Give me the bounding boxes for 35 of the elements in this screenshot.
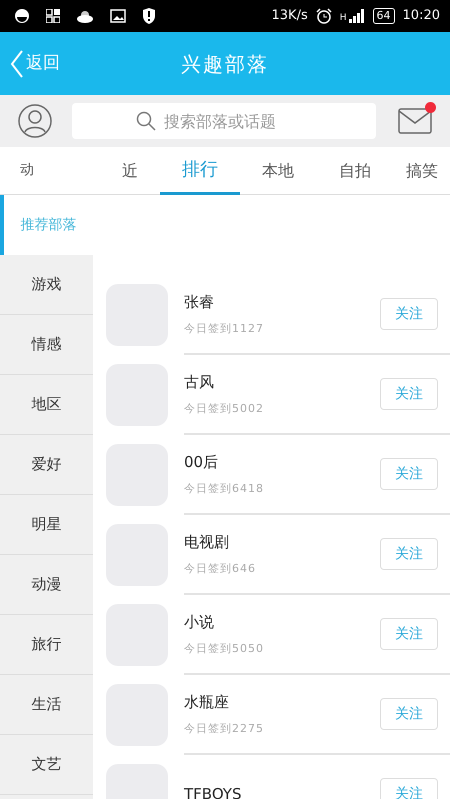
back-icon <box>10 48 24 78</box>
checkin-count: 今日签到5050 <box>184 641 265 657</box>
alarm-icon <box>316 8 332 24</box>
page-title: 兴趣部落 <box>181 50 269 78</box>
tab[interactable]: 近 <box>100 146 160 194</box>
shield-icon <box>142 8 156 24</box>
image-icon <box>110 9 126 23</box>
tab[interactable]: 自拍 <box>316 146 394 194</box>
checkin-count: 今日签到6418 <box>184 481 265 497</box>
grid-icon <box>46 9 60 23</box>
search-icon <box>136 111 156 131</box>
checkin-count: 今日签到2275 <box>184 721 265 737</box>
tab[interactable]: 本地 <box>240 146 316 194</box>
clock: 10:20 <box>402 7 440 26</box>
tribe-name: 00后 <box>184 452 220 472</box>
signal-icon <box>348 9 365 23</box>
checkin-count: 今日签到1127 <box>184 321 265 337</box>
tab[interactable]: 动 <box>0 146 100 194</box>
tribe-name: 古风 <box>184 372 215 392</box>
tribe-name: 水瓶座 <box>184 692 230 712</box>
mail-icon[interactable] <box>398 108 432 134</box>
weather-icon <box>76 9 94 23</box>
checkin-count: 今日签到646 <box>184 561 257 577</box>
network-speed: 13K/s <box>272 7 308 26</box>
tribe-name: TFBOYS <box>184 784 242 799</box>
tab[interactable]: 搞笑 <box>394 146 450 194</box>
search-field[interactable]: 搜索部落或话题 <box>72 103 376 139</box>
battery-level: 64 <box>372 8 395 24</box>
checkin-count: 今日签到5002 <box>184 401 265 417</box>
network-type: H <box>340 12 347 26</box>
app-icon <box>14 8 30 24</box>
tribe-name: 张睿 <box>184 292 215 312</box>
avatar-icon[interactable] <box>18 104 52 138</box>
tribe-name: 电视剧 <box>184 532 230 552</box>
tribe-name: 小说 <box>184 612 215 632</box>
